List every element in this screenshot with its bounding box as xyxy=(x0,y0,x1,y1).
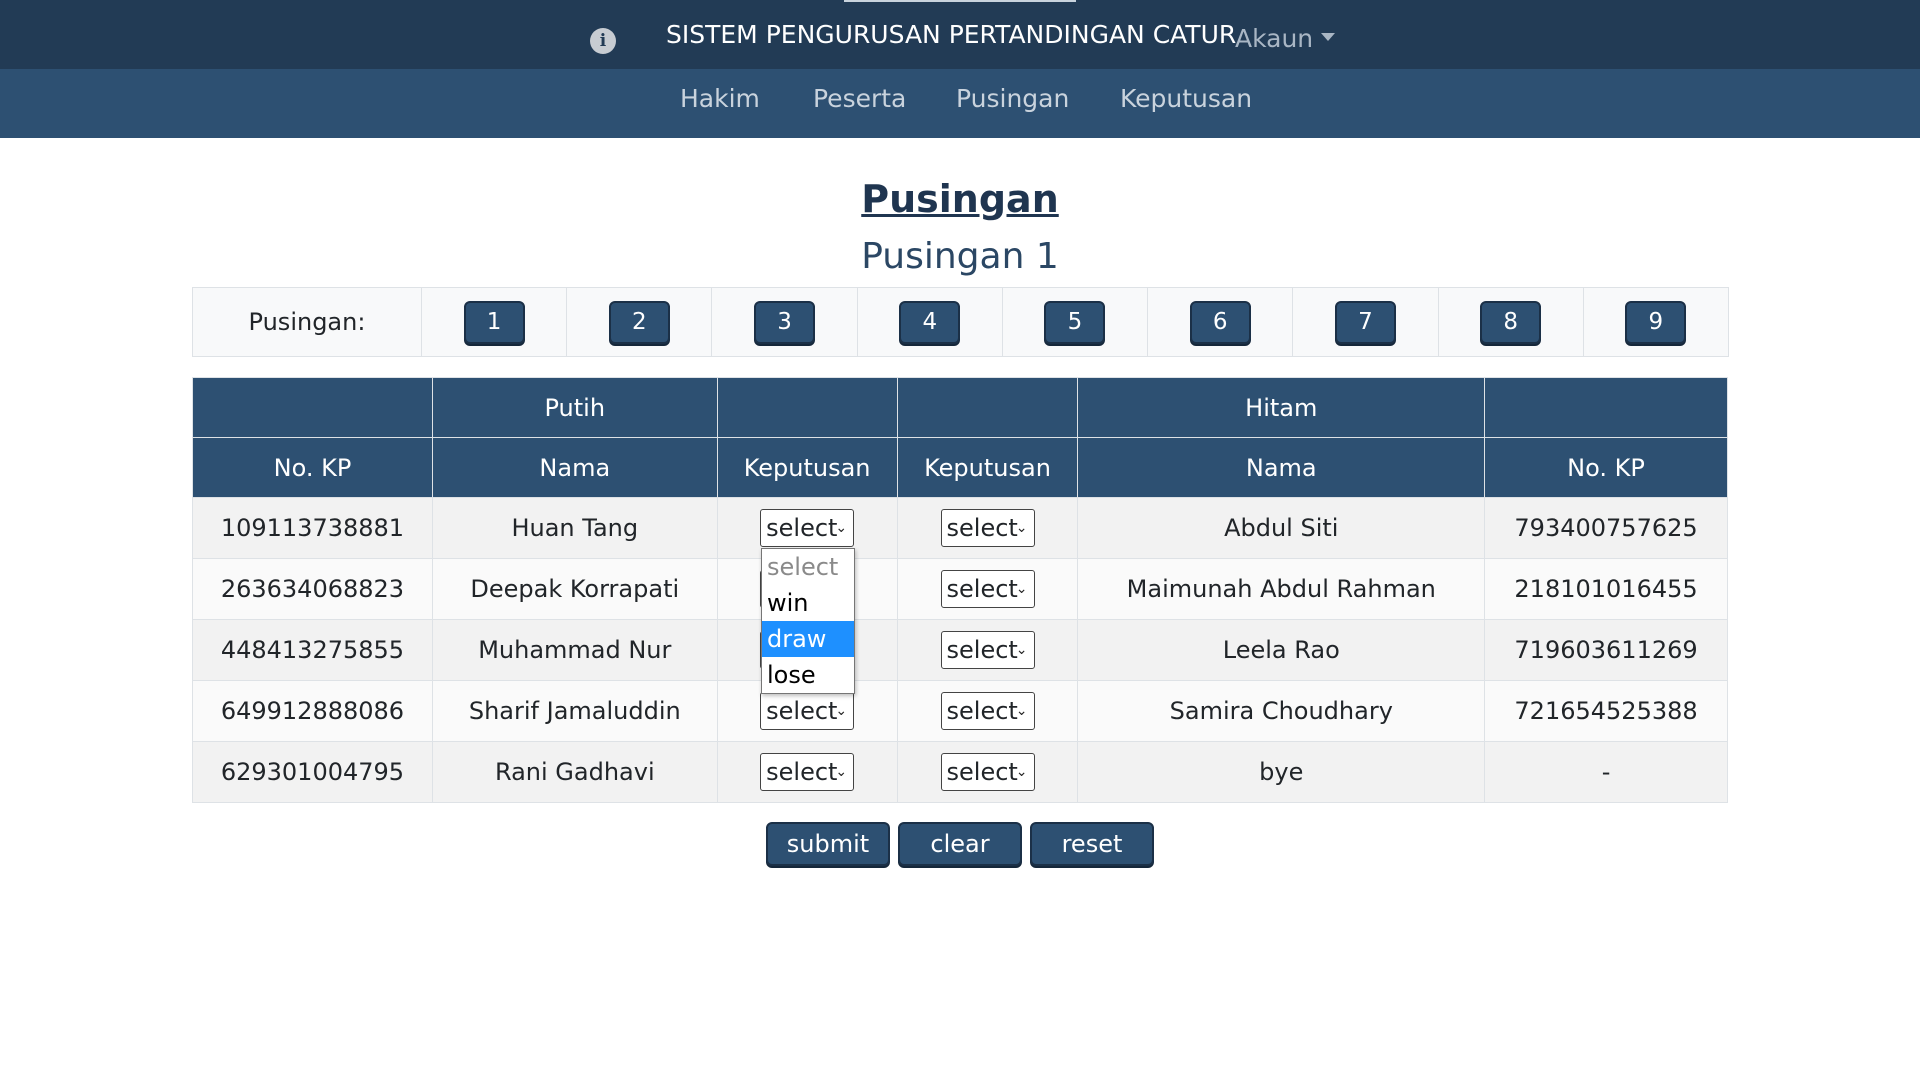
table-column-header-row: No. KP Nama Keputusan Keputusan Nama No.… xyxy=(192,437,1728,498)
round-button-9[interactable]: 9 xyxy=(1625,300,1687,344)
black-result-select[interactable]: select ⌄ xyxy=(940,570,1035,608)
white-id-cell: 448413275855 xyxy=(192,619,433,681)
white-name-cell: Muhammad Nur xyxy=(431,619,718,681)
white-name-cell: Deepak Korrapati xyxy=(431,558,718,620)
table-row: 629301004795 Rani Gadhavi select ⌄ select… xyxy=(192,741,1728,803)
black-id-cell: 719603611269 xyxy=(1484,619,1728,681)
header-empty-cell xyxy=(896,377,1079,438)
black-result-select[interactable]: select ⌄ xyxy=(940,509,1035,547)
round-selector: Pusingan: 1 2 3 4 5 6 7 8 9 xyxy=(192,287,1729,357)
black-id-cell: 721654525388 xyxy=(1484,680,1728,742)
black-id-cell: 793400757625 xyxy=(1484,497,1728,559)
submit-button[interactable]: submit xyxy=(766,822,890,866)
white-name-cell: Sharif Jamaluddin xyxy=(431,680,718,742)
white-name-cell: Rani Gadhavi xyxy=(431,741,718,803)
black-name-cell: Abdul Siti xyxy=(1077,497,1486,559)
white-id-cell: 649912888086 xyxy=(192,680,433,742)
black-result-select[interactable]: select ⌄ xyxy=(940,692,1035,730)
black-name-cell: Samira Choudhary xyxy=(1077,680,1486,742)
caret-down-icon xyxy=(1321,33,1336,41)
chevron-down-icon: ⌄ xyxy=(1015,642,1028,658)
round-button-7[interactable]: 7 xyxy=(1334,300,1396,344)
table-row: 448413275855 Muhammad Nur select⌄ select… xyxy=(192,619,1728,681)
round-button-8[interactable]: 8 xyxy=(1480,300,1542,344)
white-result-select[interactable]: select⌄ xyxy=(760,753,855,791)
white-id-cell: 629301004795 xyxy=(192,741,433,803)
nav-item-keputusan[interactable]: Keputusan xyxy=(1120,84,1252,113)
header-empty-cell xyxy=(192,377,433,438)
chevron-down-icon: ⌄ xyxy=(835,764,848,780)
info-icon[interactable]: i xyxy=(590,28,616,54)
dropdown-option-lose[interactable]: lose xyxy=(762,657,854,693)
page-title: Pusingan xyxy=(861,177,1059,221)
pairings-table: Putih Hitam No. KP Nama Keputusan Keputu… xyxy=(192,377,1728,803)
black-name-cell: bye xyxy=(1077,741,1486,803)
chevron-down-icon: ⌄ xyxy=(1015,764,1028,780)
header-black-group: Hitam xyxy=(1077,377,1486,438)
black-name-cell: Maimunah Abdul Rahman xyxy=(1077,558,1486,620)
nav-item-peserta[interactable]: Peserta xyxy=(813,84,906,113)
header-empty-cell xyxy=(716,377,898,438)
page-subtitle: Pusingan 1 xyxy=(861,236,1059,277)
chevron-down-icon: ⌄ xyxy=(1015,520,1028,536)
table-row: 649912888086 Sharif Jamaluddin select ⌄ s… xyxy=(192,680,1728,742)
dropdown-option-draw[interactable]: draw xyxy=(762,621,854,657)
reset-button[interactable]: reset xyxy=(1030,822,1154,866)
result-dropdown-list: select win draw lose xyxy=(761,548,855,694)
header-white-group: Putih xyxy=(431,377,718,438)
round-button-3[interactable]: 3 xyxy=(754,300,816,344)
round-button-2[interactable]: 2 xyxy=(608,300,670,344)
white-id-cell: 263634068823 xyxy=(192,558,433,620)
app-title: SISTEM PENGURUSAN PERTANDINGAN CATUR xyxy=(666,20,1237,49)
col-header-white-id: No. KP xyxy=(192,437,433,498)
dropdown-option-select[interactable]: select xyxy=(762,549,854,585)
header-empty-cell xyxy=(1484,377,1728,438)
col-header-black-result: Keputusan xyxy=(896,437,1079,498)
round-selector-label: Pusingan: xyxy=(193,288,422,356)
table-row: 109113738881 Huan Tang select ⌄ select ⌄ A… xyxy=(192,497,1728,559)
action-buttons: submit clear reset xyxy=(0,822,1920,866)
black-result-select[interactable]: select ⌄ xyxy=(940,753,1035,791)
white-result-select[interactable]: select⌄ xyxy=(760,692,855,730)
chevron-down-icon: ⌄ xyxy=(1015,703,1028,719)
table-row: 263634068823 Deepak Korrapati select⌄ se… xyxy=(192,558,1728,620)
round-button-1[interactable]: 1 xyxy=(463,300,525,344)
white-result-select[interactable]: select⌄ xyxy=(760,509,855,547)
white-name-cell: Huan Tang xyxy=(431,497,718,559)
nav-item-pusingan[interactable]: Pusingan xyxy=(956,84,1069,113)
chevron-down-icon: ⌄ xyxy=(1015,581,1028,597)
col-header-white-result: Keputusan xyxy=(716,437,898,498)
account-label: Akaun xyxy=(1235,24,1314,53)
black-id-cell: 218101016455 xyxy=(1484,558,1728,620)
black-name-cell: Leela Rao xyxy=(1077,619,1486,681)
round-button-6[interactable]: 6 xyxy=(1189,300,1251,344)
dropdown-option-win[interactable]: win xyxy=(762,585,854,621)
clear-button[interactable]: clear xyxy=(898,822,1022,866)
top-accent-line xyxy=(844,0,1076,2)
nav-item-hakim[interactable]: Hakim xyxy=(680,84,760,113)
black-result-select[interactable]: select ⌄ xyxy=(940,631,1035,669)
col-header-black-name: Nama xyxy=(1077,437,1486,498)
black-id-cell: - xyxy=(1484,741,1728,803)
table-group-header-row: Putih Hitam xyxy=(192,377,1728,438)
col-header-black-id: No. KP xyxy=(1484,437,1728,498)
col-header-white-name: Nama xyxy=(431,437,718,498)
round-button-5[interactable]: 5 xyxy=(1044,300,1106,344)
white-id-cell: 109113738881 xyxy=(192,497,433,559)
account-dropdown[interactable]: Akaun xyxy=(1235,24,1336,53)
chevron-down-icon: ⌄ xyxy=(835,703,848,719)
round-button-4[interactable]: 4 xyxy=(899,300,961,344)
chevron-down-icon: ⌄ xyxy=(835,520,848,536)
